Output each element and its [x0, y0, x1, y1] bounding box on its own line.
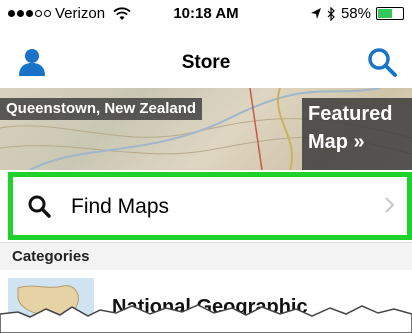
bluetooth-icon	[327, 6, 335, 21]
categories-section-header: Categories	[0, 242, 412, 270]
navigation-bar: Store	[0, 28, 412, 88]
featured-map-banner[interactable]: Queenstown, New Zealand Featured Map »	[0, 88, 412, 170]
find-maps-label: Find Maps	[71, 195, 170, 218]
featured-map-label: Map »	[308, 131, 365, 153]
featured-label: Featured	[308, 103, 393, 125]
banner-location-label: Queenstown, New Zealand	[0, 98, 203, 120]
battery-level-fill	[378, 9, 392, 18]
chevron-right-icon	[385, 197, 395, 213]
location-arrow-icon	[310, 8, 321, 19]
page-title: Store	[181, 52, 231, 73]
featured-map-link[interactable]: Featured Map »	[302, 98, 412, 170]
find-maps-row[interactable]: Find Maps	[8, 172, 412, 240]
battery-icon	[376, 7, 404, 20]
status-bar: Verizon 10:18 AM 58%	[0, 0, 412, 28]
search-icon[interactable]	[366, 46, 398, 78]
torn-edge-decoration	[0, 304, 412, 333]
status-right: 58%	[310, 5, 404, 22]
search-icon	[28, 195, 51, 218]
categories-label: Categories	[12, 248, 90, 265]
battery-percent: 58%	[340, 5, 371, 22]
